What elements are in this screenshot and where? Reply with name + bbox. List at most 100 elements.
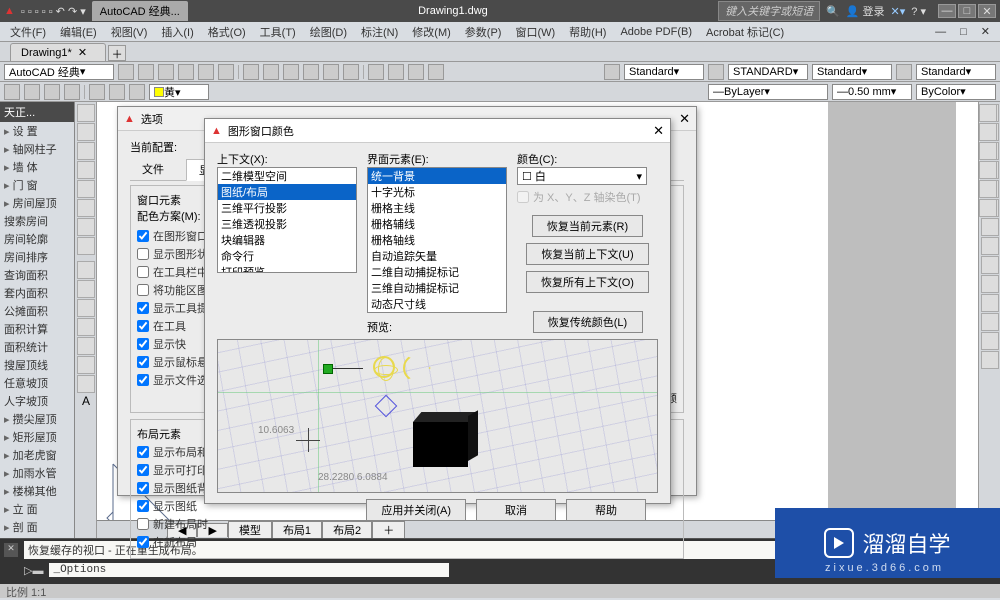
menu-item[interactable]: 编辑(E) (54, 22, 103, 42)
tool-icon[interactable] (158, 64, 174, 80)
mod-icon[interactable] (981, 218, 999, 236)
workspace-combo[interactable]: AutoCAD 经典▾ (4, 64, 114, 80)
list-item[interactable]: 打印预览 (218, 264, 356, 273)
help-icon[interactable]: ? ▾ (911, 5, 926, 18)
tool-icon[interactable] (283, 64, 299, 80)
tool-offset-icon[interactable] (77, 375, 95, 393)
sidebar-item[interactable]: 搜屋顶线 (0, 356, 74, 374)
sidebar-item[interactable]: 人字坡顶 (0, 392, 74, 410)
mod-icon[interactable] (981, 256, 999, 274)
menu-item[interactable]: 工具(T) (254, 22, 302, 42)
sidebar-item[interactable]: 面积统计 (0, 338, 74, 356)
menu-item[interactable]: 文件(F) (4, 22, 52, 42)
close-icon[interactable]: ✕ (653, 123, 664, 139)
mdi-max[interactable]: □ (954, 24, 973, 40)
color-combo[interactable]: 黄▾ (149, 84, 209, 100)
tool-circle-icon[interactable] (77, 142, 95, 160)
nav-icon[interactable] (979, 142, 997, 160)
sidebar-item[interactable]: 房间屋顶 (0, 194, 74, 212)
bycolor-combo[interactable]: ByColor▾ (916, 84, 996, 100)
list-item[interactable]: 设计工具提示 (368, 312, 506, 313)
cancel-button[interactable]: 取消 (476, 499, 556, 521)
tool-line-icon[interactable] (77, 104, 95, 122)
sidebar-item[interactable]: 攒尖屋顶 (0, 410, 74, 428)
sidebar-item[interactable]: 套内面积 (0, 284, 74, 302)
quickaccess[interactable]: ▫ ▫ ▫ ▫ ▫ ↶ ↷ ▾ (21, 5, 86, 18)
sidebar-item[interactable]: 墙 体 (0, 158, 74, 176)
tool-copy-icon[interactable] (77, 280, 95, 298)
tool-scale-icon[interactable] (77, 337, 95, 355)
sidebar-item[interactable]: 房间轮廓 (0, 230, 74, 248)
tool-ellipse-icon[interactable] (77, 199, 95, 217)
restore-element-button[interactable]: 恢复当前元素(R) (532, 215, 643, 237)
list-item[interactable]: 动态尺寸线 (368, 296, 506, 312)
tool-icon[interactable] (178, 64, 194, 80)
tool-text-icon[interactable] (77, 237, 95, 255)
menu-item[interactable]: 插入(I) (155, 22, 199, 42)
text-icon[interactable]: A (77, 394, 95, 412)
list-item[interactable]: 三维自动捕捉标记 (368, 280, 506, 296)
mdi-close[interactable]: ✕ (975, 23, 996, 40)
doc-tab[interactable]: Drawing1* ✕ (10, 43, 106, 61)
list-item[interactable]: 栅格主线 (368, 200, 506, 216)
menu-item[interactable]: 绘图(D) (304, 22, 353, 42)
style-combo[interactable]: Standard▾ (916, 64, 996, 80)
nav-icon[interactable] (979, 104, 997, 122)
tool-icon[interactable] (118, 64, 134, 80)
sidebar-item[interactable]: 轴网柱子 (0, 140, 74, 158)
mdi-min[interactable]: — (929, 24, 952, 40)
tool-icon[interactable] (343, 64, 359, 80)
list-item[interactable]: 三维透视投影 (218, 216, 356, 232)
nav-icon[interactable] (979, 123, 997, 141)
tool-icon[interactable] (44, 84, 60, 100)
menu-item[interactable]: 帮助(H) (563, 22, 612, 42)
tool-icon[interactable] (4, 84, 20, 100)
tool-icon[interactable] (303, 64, 319, 80)
nav-icon[interactable] (979, 161, 997, 179)
canvas[interactable]: ▲ 选项 ✕ 当前配置: 文件 显示 窗口元素 配色方案(M): 在图形窗口显示… (97, 102, 978, 538)
list-item[interactable]: 二维模型空间 (218, 168, 356, 184)
menu-item[interactable]: Acrobat 标记(C) (700, 22, 790, 42)
tab-files[interactable]: 文件 (130, 159, 176, 180)
list-item[interactable]: 十字光标 (368, 184, 506, 200)
tool-icon[interactable] (323, 64, 339, 80)
sidebar-item[interactable]: 查询面积 (0, 266, 74, 284)
search-icon[interactable]: 🔍 (826, 5, 840, 18)
tool-arc-icon[interactable] (77, 161, 95, 179)
menu-item[interactable]: 格式(O) (202, 22, 252, 42)
menu-item[interactable]: 视图(V) (105, 22, 154, 42)
restore-all-button[interactable]: 恢复所有上下文(O) (526, 271, 649, 293)
style-combo[interactable]: Standard▾ (624, 64, 704, 80)
tool-icon[interactable] (428, 64, 444, 80)
sidebar-item[interactable]: 门 窗 (0, 176, 74, 194)
context-list[interactable]: 二维模型空间图纸/布局三维平行投影三维透视投影块编辑器命令行打印预览 (217, 167, 357, 273)
mod-icon[interactable] (981, 275, 999, 293)
maximize-button[interactable]: □ (958, 4, 976, 18)
menu-item[interactable]: Adobe PDF(B) (614, 24, 698, 40)
mod-icon[interactable] (981, 237, 999, 255)
minimize-button[interactable]: — (938, 4, 956, 18)
tool-icon[interactable] (198, 64, 214, 80)
sidebar-item[interactable]: 设 置 (0, 122, 74, 140)
element-list[interactable]: 统一背景十字光标栅格主线栅格辅线栅格轴线自动追踪矢量二维自动捕捉标记三维自动捕捉… (367, 167, 507, 313)
restore-classic-button[interactable]: 恢复传统颜色(L) (533, 311, 643, 333)
nav-icon[interactable] (979, 199, 997, 217)
mod-icon[interactable] (981, 332, 999, 350)
login[interactable]: 👤 登录 (846, 3, 885, 19)
exchange-icon[interactable]: ✕▾ (891, 5, 906, 18)
list-item[interactable]: 块编辑器 (218, 232, 356, 248)
tool-icon[interactable] (64, 84, 80, 100)
list-item[interactable]: 统一背景 (368, 168, 506, 184)
tool-rect-icon[interactable] (77, 180, 95, 198)
menu-item[interactable]: 参数(P) (459, 22, 508, 42)
tool-icon[interactable] (129, 84, 145, 100)
list-item[interactable]: 栅格轴线 (368, 232, 506, 248)
list-item[interactable]: 三维平行投影 (218, 200, 356, 216)
mod-icon[interactable] (981, 294, 999, 312)
sidebar-item[interactable]: 加老虎窗 (0, 446, 74, 464)
tool-icon[interactable] (24, 84, 40, 100)
sidebar-item[interactable]: 楼梯其他 (0, 482, 74, 500)
tool-icon[interactable] (604, 64, 620, 80)
sidebar-item[interactable]: 搜索房间 (0, 212, 74, 230)
help-button[interactable]: 帮助 (566, 499, 646, 521)
